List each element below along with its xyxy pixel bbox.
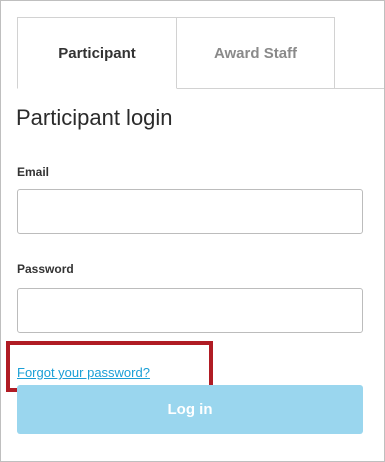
forgot-password-link[interactable]: Forgot your password? xyxy=(17,365,150,380)
password-field[interactable] xyxy=(17,288,363,333)
login-button-label: Log in xyxy=(167,401,213,418)
email-label: Email xyxy=(17,165,50,179)
tab-award-staff-label: Award Staff xyxy=(213,44,298,62)
login-tabs: Participant Award Staff xyxy=(1,1,384,89)
login-button[interactable]: Log in xyxy=(17,385,363,434)
tab-participant[interactable]: Participant xyxy=(17,17,177,89)
page-title: Participant login xyxy=(16,105,173,130)
tab-award-staff[interactable]: Award Staff xyxy=(177,17,335,89)
password-label: Password xyxy=(17,262,74,276)
email-field[interactable] xyxy=(17,189,363,234)
login-panel: Participant Award Staff Participant logi… xyxy=(0,0,385,462)
tabs-divider xyxy=(177,88,384,89)
tab-participant-label: Participant xyxy=(58,44,136,62)
